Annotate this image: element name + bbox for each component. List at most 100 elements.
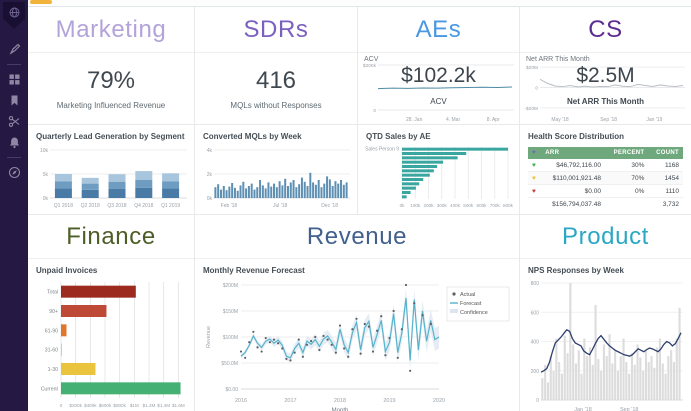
dashboards-grid-icon[interactable] (8, 73, 21, 86)
health-total-arr: $156,794,037.48 (541, 198, 605, 211)
svg-text:0k: 0k (43, 196, 49, 202)
health-row[interactable]: ♥$110,001,921.4870%1454 (528, 172, 683, 185)
heart-icon: ♥ (528, 185, 541, 198)
sidebar-divider (7, 64, 21, 65)
svg-text:100k: 100k (410, 203, 421, 208)
acv-kpi-value: $102.2k (358, 64, 519, 88)
health-count: 1110 (648, 185, 683, 198)
nps-responses-chart: 0200400600800Jan '18Sep '18 (526, 277, 685, 411)
qtd-sales-card[interactable]: QTD Sales by AE 0k100k200k300k400k500k60… (358, 125, 520, 215)
svg-text:0k: 0k (400, 203, 406, 208)
svg-text:May '18: May '18 (551, 117, 569, 123)
converted-mqls-chart: 0k2k4kFeb '18Jul '18Dec '18 (201, 143, 352, 211)
svg-text:600: 600 (531, 310, 540, 316)
marketing-kpi-card[interactable]: 79% Marketing Influenced Revenue (28, 53, 194, 124)
unpaid-invoices-chart: 0$200k$400k$600k$800k$1M$1.2M$1.4M$1.6MT… (34, 277, 189, 411)
bookmark-icon[interactable] (8, 94, 21, 107)
svg-text:Total: Total (47, 290, 58, 296)
converted-mqls-title: Converted MQLs by Week (195, 125, 357, 143)
compass-icon[interactable] (8, 166, 21, 179)
svg-text:Dec '18: Dec '18 (321, 203, 338, 209)
acv-kpi-card[interactable]: ACV $200k028. Jan4. Mar8. Apr $102.2k AC… (358, 53, 519, 124)
logo-button[interactable] (3, 2, 25, 29)
svg-text:0: 0 (536, 398, 539, 404)
health-count: 1168 (648, 159, 683, 172)
sdrs-section-title: SDRs (243, 16, 308, 44)
health-row[interactable]: ♥$0.000%1110 (528, 185, 683, 198)
nps-responses-title: NPS Responses by Week (520, 259, 691, 277)
svg-text:Feb '18: Feb '18 (221, 203, 238, 209)
net-arr-kpi-label: Net ARR This Month (520, 97, 691, 106)
svg-text:2018: 2018 (334, 398, 346, 404)
svg-text:2016: 2016 (235, 398, 247, 404)
marketing-kpi-label: Marketing Influenced Revenue (57, 101, 166, 110)
top-toolbar (0, 0, 691, 7)
finance-section-title: Finance (66, 223, 156, 251)
svg-text:4k: 4k (207, 148, 213, 154)
revenue-forecast-title: Monthly Revenue Forecast (195, 259, 519, 277)
svg-text:Revenue: Revenue (206, 326, 212, 348)
marketing-section: Marketing 79% Marketing Influenced Reven… (28, 7, 195, 125)
svg-text:700k: 700k (490, 203, 501, 208)
toolbar-badge[interactable] (30, 0, 52, 4)
svg-text:$200k: $200k (69, 403, 82, 408)
scissors-icon[interactable] (8, 115, 21, 128)
spacer (605, 198, 648, 211)
design-brush-icon[interactable] (8, 43, 21, 56)
product-section: Product NPS Responses by Week 0200400600… (520, 215, 691, 411)
heart-icon: ♥ (528, 159, 541, 172)
svg-text:800k: 800k (503, 203, 514, 208)
svg-text:Q4 2018: Q4 2018 (134, 203, 153, 209)
sdrs-kpi-card[interactable]: 416 MQLs without Responses (195, 53, 357, 124)
health-arr: $46,792,116.00 (541, 159, 605, 172)
revenue-section: Revenue Monthly Revenue Forecast $0.00$5… (195, 215, 520, 411)
svg-text:$400k: $400k (84, 403, 97, 408)
health-col-heart-icon[interactable]: ♥ (528, 147, 541, 159)
svg-text:28. Jan: 28. Jan (406, 117, 423, 123)
svg-text:400k: 400k (450, 203, 461, 208)
health-percent: 30% (605, 159, 648, 172)
svg-text:800: 800 (531, 281, 540, 287)
svg-text:-$20M: -$20M (524, 106, 538, 112)
svg-text:Q1 2018: Q1 2018 (54, 203, 73, 209)
converted-mqls-card[interactable]: Converted MQLs by Week 0k2k4kFeb '18Jul … (195, 125, 358, 215)
svg-text:600k: 600k (477, 203, 488, 208)
svg-text:90+: 90+ (49, 309, 58, 315)
cs-section-title: CS (588, 16, 623, 44)
alerts-bell-icon[interactable] (8, 136, 21, 149)
health-count: 1454 (648, 172, 683, 185)
health-total-count: 3,732 (648, 198, 683, 211)
svg-text:Actual: Actual (460, 292, 475, 298)
qtd-sales-title: QTD Sales by AE (358, 125, 519, 143)
svg-text:2017: 2017 (284, 398, 296, 404)
svg-text:$150M: $150M (223, 309, 238, 315)
net-arr-kpi-card[interactable]: Net ARR This Month $20M0-$20MMay '18Sep … (520, 53, 691, 124)
sdrs-kpi-value: 416 (256, 67, 296, 95)
health-col-count[interactable]: COUNT (648, 147, 683, 159)
svg-text:Sales Person 9: Sales Person 9 (365, 147, 399, 153)
health-col-percent[interactable]: PERCENT (605, 147, 648, 159)
sdrs-section: SDRs 416 MQLs without Responses (195, 7, 358, 125)
heart-icon: ♥ (528, 172, 541, 185)
revenue-forecast-chart: $0.00$50.0M$100M$150M$200MRevenue2016201… (201, 277, 514, 411)
svg-text:2019: 2019 (383, 398, 395, 404)
product-section-title: Product (562, 223, 649, 251)
svg-text:$200M: $200M (223, 283, 238, 289)
sidebar (0, 0, 28, 411)
svg-text:4. Mar: 4. Mar (446, 117, 461, 123)
svg-text:$50.0M: $50.0M (221, 361, 238, 367)
svg-text:300k: 300k (437, 203, 448, 208)
health-col-arr[interactable]: ARR (541, 147, 605, 159)
svg-text:$1.4M: $1.4M (157, 403, 170, 408)
health-row[interactable]: ♥$46,792,116.0030%1168 (528, 159, 683, 172)
svg-text:0: 0 (60, 403, 63, 408)
finance-section: Finance Unpaid Invoices 0$200k$400k$600k… (28, 215, 195, 411)
svg-text:Q1 2019: Q1 2019 (161, 203, 180, 209)
svg-text:$1M: $1M (130, 403, 139, 408)
health-score-title: Health Score Distribution (520, 125, 691, 143)
svg-text:200k: 200k (424, 203, 435, 208)
quarterly-leads-card[interactable]: Quarterly Lead Generation by Segment 0k5… (28, 125, 195, 215)
health-score-card[interactable]: Health Score Distribution ♥ARRPERCENTCOU… (520, 125, 691, 215)
health-percent: 0% (605, 185, 648, 198)
aes-section-title: AEs (416, 16, 462, 44)
